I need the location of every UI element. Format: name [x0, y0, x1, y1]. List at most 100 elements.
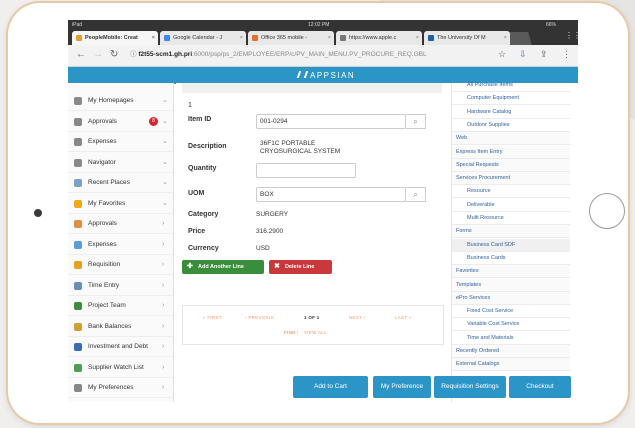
catalog-link-variable-cost-service[interactable]: Variable Cost Service	[452, 318, 570, 332]
browser-menu-icon[interactable]: ⋮	[562, 49, 571, 60]
previous-page-link[interactable]: ‹ PREVIOUS	[245, 315, 274, 320]
tab-close-icon[interactable]: ×	[504, 31, 507, 45]
uom-search-icon[interactable]: ⌕	[406, 187, 426, 202]
catalog-link-business-card-sdf[interactable]: Business Card SDF	[452, 238, 570, 252]
catalog-link-computer-equipment[interactable]: Computer Equipment	[452, 92, 570, 106]
browser-tab-strip: ⋮⋮ PeopleMobile: Creat × Google Calendar -…	[68, 29, 578, 45]
chevron-icon: ⌄	[162, 158, 168, 166]
sidebar-item-approvals[interactable]: Approvals ⌄ 8	[68, 112, 173, 132]
checkout-button[interactable]: Checkout	[509, 376, 571, 398]
catalog-link-outdoor-supplies[interactable]: Outdoor Supplies	[452, 119, 570, 132]
status-bar: iPad 12:02 PM 66%	[68, 20, 578, 29]
tab-label: PeopleMobile: Creat	[85, 35, 138, 41]
browser-tab-1[interactable]: PeopleMobile: Creat ×	[72, 31, 158, 45]
sidebar-item-expenses[interactable]: Expenses ⌄	[68, 132, 173, 152]
catalog-link-epro-services[interactable]: ePro Services	[452, 291, 570, 305]
add-to-cart-button[interactable]: Add to Cart	[293, 376, 368, 398]
catalog-link-business-cards[interactable]: Business Cards	[452, 252, 570, 265]
delete-line-button[interactable]: ✖ Delete Line	[269, 260, 332, 274]
catalog-link-recently-ordered[interactable]: Recently Ordered	[452, 345, 570, 358]
forward-icon[interactable]: →	[93, 49, 103, 60]
sidebar-item-investment-and-debt[interactable]: Investment and Debt ›	[68, 337, 173, 357]
sidebar-item-supplier-watch-list[interactable]: Supplier Watch List ›	[68, 358, 173, 378]
first-page-link[interactable]: « FIRST	[203, 315, 222, 320]
chevron-icon: ›	[162, 302, 165, 309]
line-number: 1	[188, 102, 192, 109]
catalog-link-special-requests[interactable]: Special Requests	[452, 158, 570, 172]
tab-menu-icon[interactable]: ⋮⋮	[565, 31, 578, 40]
sidebar-item-time-entry[interactable]: Time Entry ›	[68, 276, 173, 296]
tab-close-icon[interactable]: ×	[416, 31, 419, 45]
tab-close-icon[interactable]: ×	[152, 31, 155, 45]
sidebar-item-project-team[interactable]: Project Team ›	[68, 296, 173, 316]
catalog-link-web[interactable]: Web	[452, 132, 570, 146]
browser-tab-2[interactable]: Google Calendar - J ×	[160, 31, 246, 45]
catalog-link-favorites[interactable]: Favorites	[452, 265, 570, 279]
quantity-input[interactable]	[256, 163, 356, 178]
catalog-link-forms[interactable]: Forms	[452, 225, 570, 239]
sidebar-item-label: My Favorites	[88, 199, 126, 207]
sidebar-item-my-homepages[interactable]: My Homepages ⌄	[68, 91, 173, 111]
last-page-link[interactable]: LAST »	[395, 315, 412, 320]
catalog-link-deliverable[interactable]: Deliverable	[452, 199, 570, 212]
catalog-link-external-catalogs[interactable]: External Catalogs	[452, 358, 570, 372]
catalog-link-services-procurement[interactable]: Services Procurement	[452, 172, 570, 186]
sidebar-item-approvals[interactable]: Approvals ›	[68, 214, 173, 234]
bookmark-star-icon[interactable]: ☆	[498, 49, 506, 60]
browser-tab-4[interactable]: https://www.apple.c ×	[336, 31, 422, 45]
browser-tab-5[interactable]: The University Of M ×	[424, 31, 510, 45]
url-path: :6000/psp/ps_2/EMPLOYEE/ERP/c/PV_MAIN_ME…	[192, 51, 427, 58]
catalog-link-fixed-cost-service[interactable]: Fixed Cost Service	[452, 305, 570, 319]
chevron-icon: ⌄	[162, 138, 168, 145]
browser-tab-3[interactable]: Office 365 mobile - ×	[248, 31, 334, 45]
next-page-link[interactable]: NEXT ›	[349, 315, 365, 320]
share-icon[interactable]: ⇪	[540, 49, 548, 60]
catalog-link-hardware-catalog[interactable]: Hardware Catalog	[452, 106, 570, 119]
sidebar-item-bank-balances[interactable]: Bank Balances ›	[68, 317, 173, 337]
chevron-icon: ›	[162, 281, 165, 289]
catalog-link-all-purchase-items[interactable]: All Purchase Items	[452, 79, 570, 92]
back-icon[interactable]: ←	[76, 49, 86, 60]
url-field[interactable]: ⓘ f2t55-scm1.gh.pri:6000/psp/ps_2/EMPLOY…	[130, 48, 484, 62]
catalog-panel: All Purchase Items Computer Equipment Hard…	[451, 82, 578, 402]
tab-close-icon[interactable]: ×	[328, 31, 331, 45]
item-id-label: Item ID	[188, 116, 212, 123]
new-tab-button[interactable]	[506, 32, 532, 45]
catalog-link-express-item-entry[interactable]: Express Item Entry	[452, 145, 570, 159]
reload-icon[interactable]: ↻	[110, 49, 118, 60]
catalog-link-multi-resource[interactable]: Multi Resource	[452, 212, 570, 225]
my-preference-button[interactable]: My Preference	[373, 376, 431, 398]
sidebar-item-expenses[interactable]: Expenses ›	[68, 235, 173, 255]
cart-icon	[74, 261, 82, 269]
home-icon	[74, 97, 82, 105]
requisition-settings-button[interactable]: Requisition Settings	[434, 376, 506, 398]
catalog-link-templates[interactable]: Templates	[452, 278, 570, 292]
chevron-icon: ⌄	[162, 179, 168, 186]
sidebar-item-label: Approvals	[88, 117, 117, 125]
tab-close-icon[interactable]: ×	[240, 31, 243, 45]
tablet-screen: iPad 12:02 PM 66% ⋮⋮ PeopleMobile: Creat…	[68, 20, 578, 402]
sidebar-item-my-preferences[interactable]: My Preferences ›	[68, 378, 173, 398]
battery-level: 66%	[546, 21, 557, 28]
sidebar-item-label: Supplier Watch List	[88, 363, 144, 371]
sidebar-item-label: Project Team	[88, 302, 126, 309]
home-button[interactable]	[589, 193, 625, 229]
uom-input[interactable]	[256, 187, 406, 202]
add-another-line-button[interactable]: ✚ Add Another Line	[182, 260, 264, 274]
chart-icon	[74, 343, 82, 351]
view-all-link[interactable]: VIEW ALL	[304, 330, 327, 335]
catalog-link-resource[interactable]: Resource	[452, 185, 570, 199]
sidebar-item-requisition[interactable]: Requisition ›	[68, 255, 173, 275]
download-icon[interactable]: ⇩	[519, 49, 527, 60]
item-id-search-icon[interactable]: ⌕	[406, 114, 426, 129]
sidebar-item-my-favorites[interactable]: My Favorites ⌄	[68, 194, 173, 214]
sidebar-item-navigator[interactable]: Navigator ⌄	[68, 153, 173, 173]
catalog-link-time-and-materials[interactable]: Time and Materials	[452, 332, 570, 345]
clock-icon	[74, 281, 82, 290]
sidebar-item-recent-places[interactable]: Recent Places ⌄	[68, 173, 173, 193]
sidebar-item-label: Bank Balances	[88, 322, 132, 330]
find-link[interactable]: FIND	[284, 330, 296, 335]
url-host: f2t55-scm1.gh.pri	[138, 51, 193, 58]
sidebar-item-label: Expenses	[88, 138, 117, 145]
list-icon	[74, 240, 82, 249]
